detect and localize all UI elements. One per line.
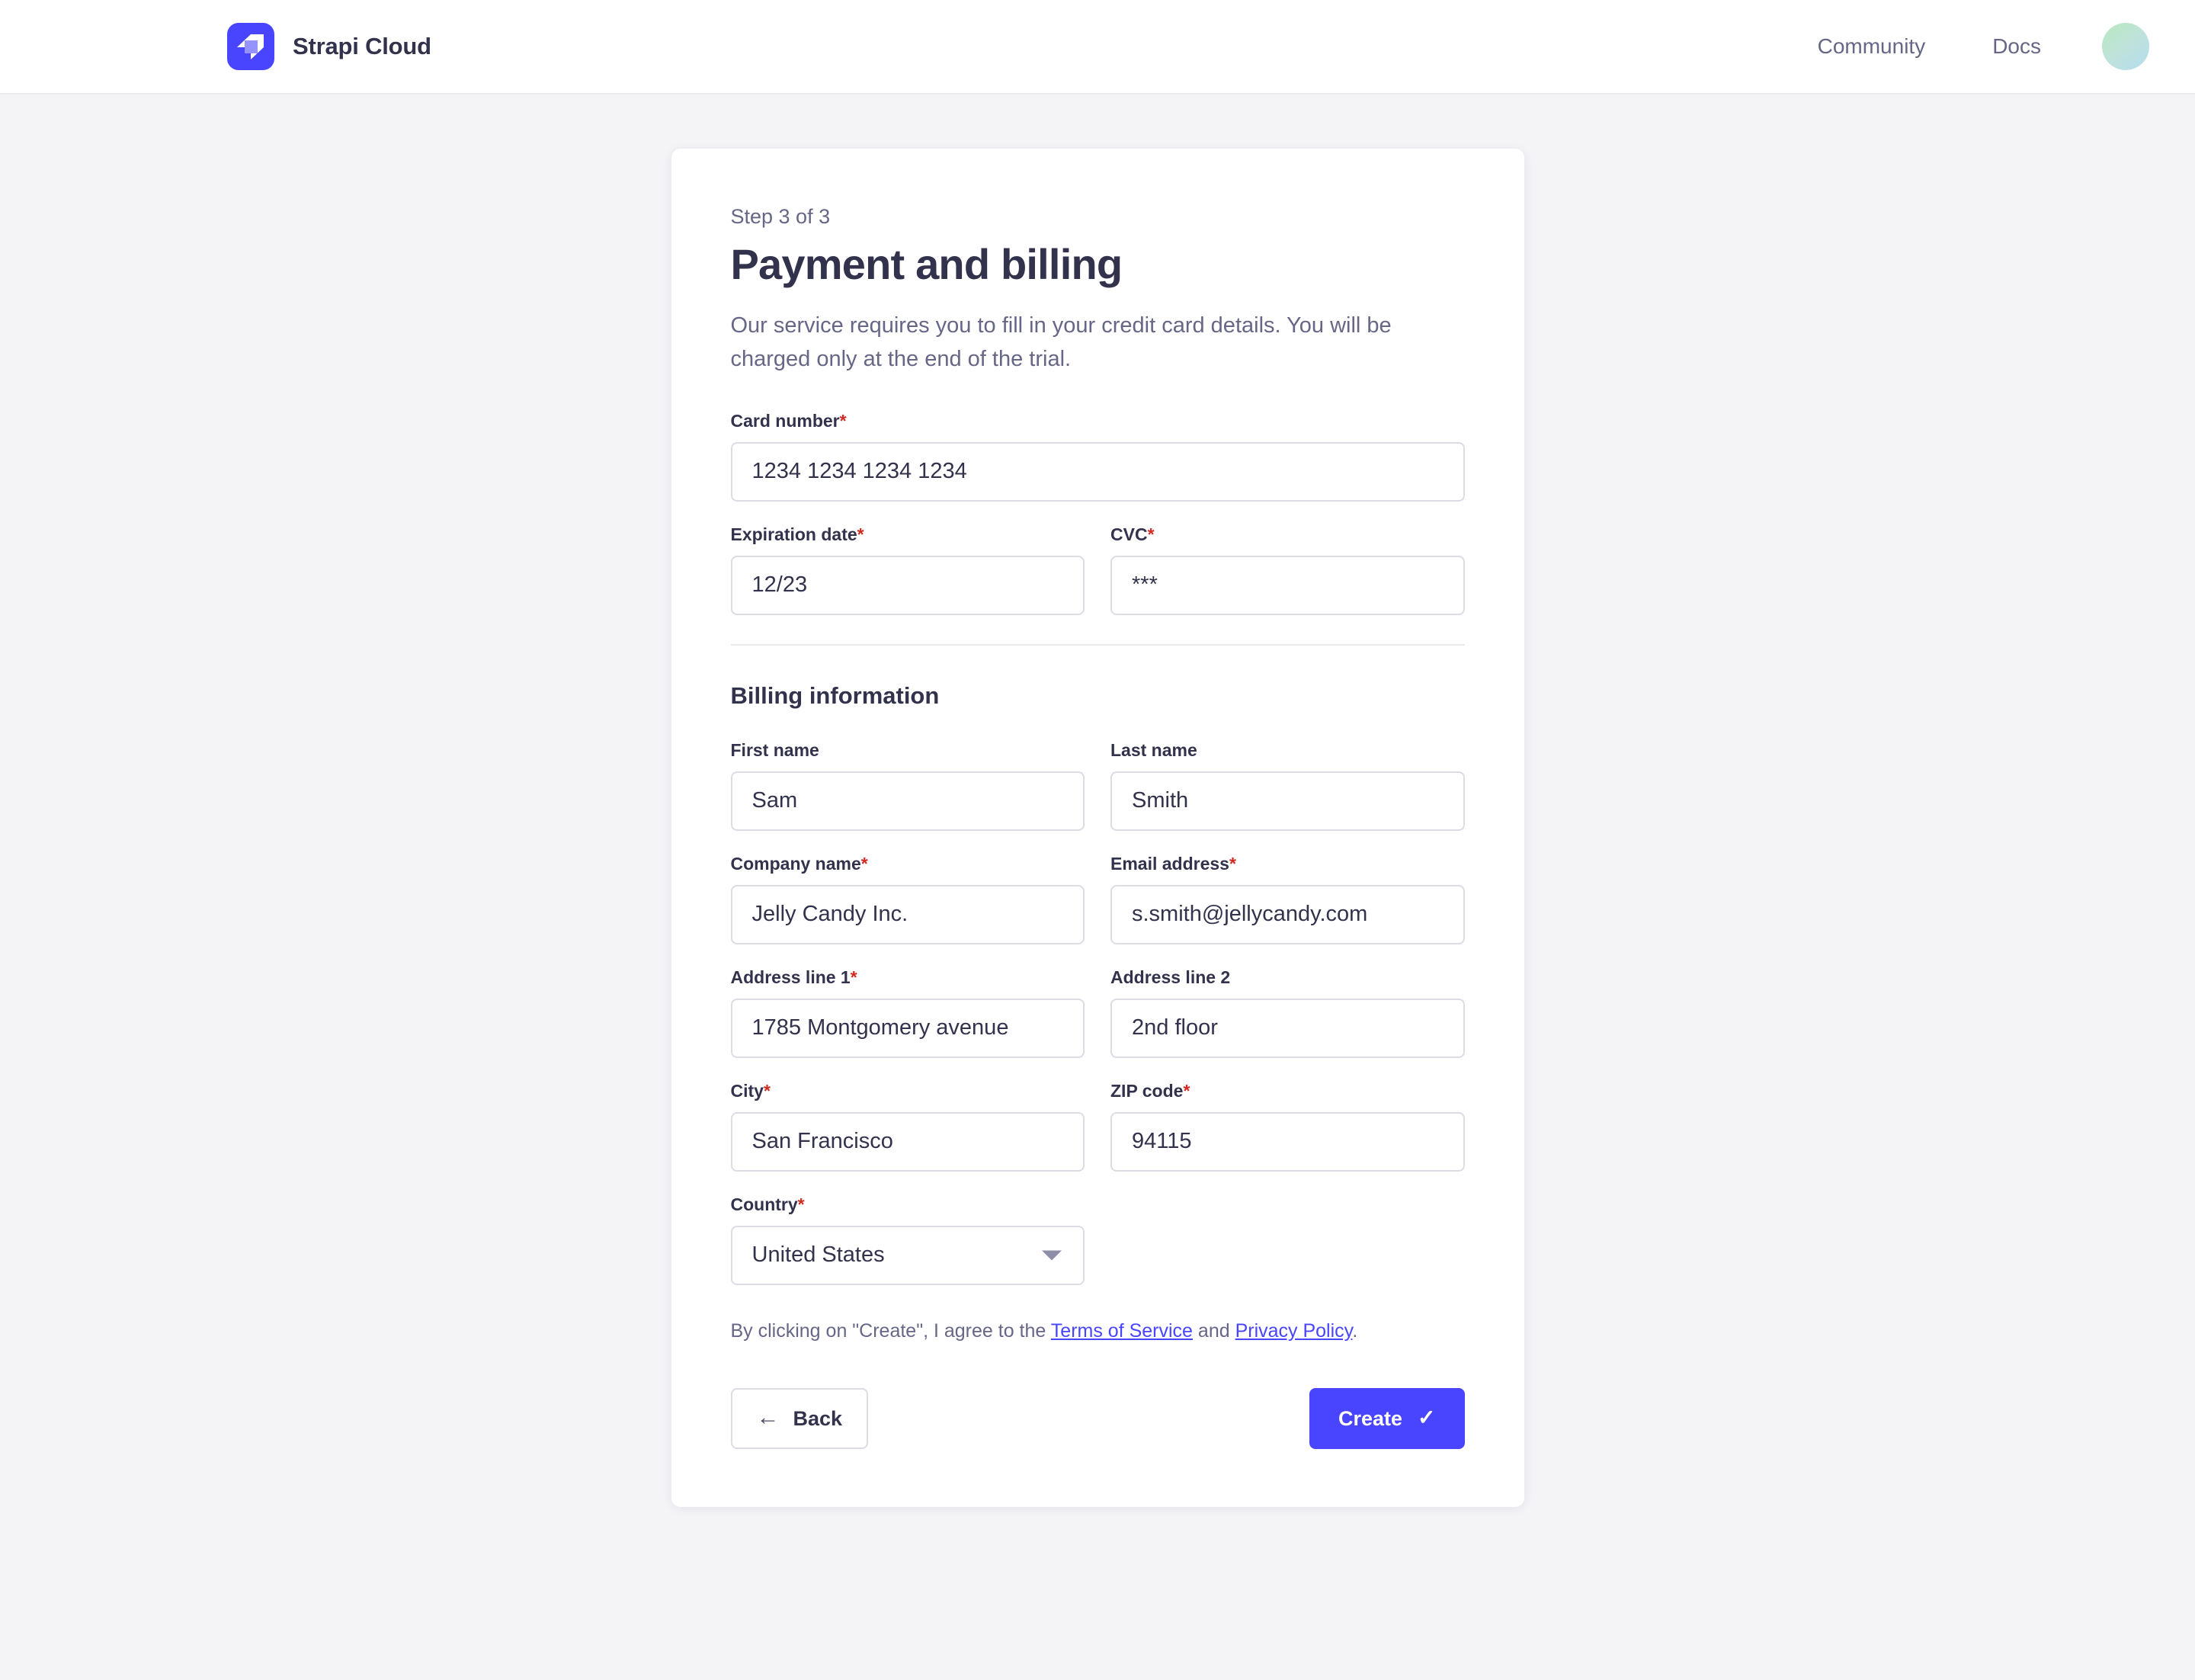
label-card-number-text: Card number [730,410,840,431]
label-last-name-text: Last name [1110,739,1197,760]
field-address-line-2: Address line 2 [1110,967,1465,1058]
country-row-spacer [1110,1194,1465,1285]
terms-agreement-text: By clicking on "Create", I agree to the … [731,1317,1465,1346]
zip-code-input[interactable] [1110,1111,1465,1172]
row-name: First name Last name [730,740,1465,831]
back-button-label: Back [793,1406,843,1430]
address-line-2-input[interactable] [1110,998,1465,1058]
label-expiration-date-text: Expiration date [730,524,857,544]
payment-billing-card: Step 3 of 3 Payment and billing Our serv… [671,149,1524,1508]
label-zip-code-text: ZIP code [1110,1080,1184,1101]
row-company-email: Company name* Email address* [730,854,1465,944]
expiration-date-input[interactable] [730,555,1085,615]
terms-suffix: . [1352,1319,1358,1342]
create-button-label: Create [1338,1406,1403,1430]
billing-section-title: Billing information [730,681,940,709]
required-asterisk: * [850,967,857,987]
page-content: Step 3 of 3 Payment and billing Our serv… [0,95,2195,1508]
label-company-name-text: Company name [730,853,861,874]
required-asterisk: * [1147,524,1155,544]
email-address-input[interactable] [1110,884,1465,944]
field-country: Country* [730,1194,1085,1285]
page-subtitle: Our service requires you to fill in your… [730,313,1392,371]
label-card-number: Card number* [731,411,1465,431]
terms-of-service-link[interactable]: Terms of Service [1051,1320,1193,1342]
required-asterisk: * [763,1080,771,1101]
terms-middle: and [1192,1319,1235,1342]
required-asterisk: * [857,524,864,544]
avatar[interactable] [2102,23,2149,70]
required-asterisk: * [860,853,868,874]
nav-link-docs[interactable]: Docs [1992,27,2041,66]
field-first-name: First name [730,740,1085,831]
first-name-input[interactable] [730,771,1085,831]
arrow-left-icon: ← [756,1405,780,1431]
required-asterisk: * [1229,853,1236,874]
form-actions: ← Back Create ✓ [730,1388,1465,1450]
country-select-input[interactable] [730,1225,1085,1285]
field-email-address: Email address* [1110,854,1465,944]
strapi-logo-icon [227,23,274,70]
label-first-name-text: First name [730,739,819,760]
label-address-line-1: Address line 1* [731,967,1085,988]
label-cvc-text: CVC [1110,524,1148,544]
field-card-number: Card number* [730,411,1465,502]
field-zip-code: ZIP code* [1110,1081,1465,1172]
brand-block[interactable]: Strapi Cloud [227,23,431,70]
label-cvc: CVC* [1110,524,1465,545]
create-button[interactable]: Create ✓ [1309,1388,1465,1450]
label-email-address-text: Email address [1110,853,1229,874]
row-country: Country* [730,1194,1465,1285]
address-line-1-input[interactable] [730,998,1085,1058]
brand-name: Strapi Cloud [293,33,431,59]
card-number-input[interactable] [730,441,1465,502]
nav-link-community[interactable]: Community [1818,27,1926,66]
label-email-address: Email address* [1110,854,1465,874]
label-company-name: Company name* [731,854,1085,874]
label-expiration-date: Expiration date* [731,524,1085,545]
field-company-name: Company name* [730,854,1085,944]
field-city: City* [730,1081,1085,1172]
section-divider [730,643,1465,646]
label-first-name: First name [731,740,1085,761]
label-last-name: Last name [1110,740,1465,761]
label-address-line-1-text: Address line 1 [730,967,851,987]
step-indicator: Step 3 of 3 [730,205,831,228]
label-country-text: Country [730,1194,798,1214]
field-last-name: Last name [1110,740,1465,831]
page-title: Payment and billing [730,240,1123,288]
terms-prefix: By clicking on "Create", I agree to the [730,1319,1051,1342]
last-name-input[interactable] [1110,771,1465,831]
field-expiration-date: Expiration date* [730,524,1085,615]
back-button[interactable]: ← Back [730,1388,869,1450]
check-icon: ✓ [1418,1406,1436,1430]
required-asterisk: * [839,410,847,431]
label-city-text: City [730,1080,764,1101]
field-cvc: CVC* [1110,524,1465,615]
label-country: Country* [731,1194,1085,1215]
top-navigation: Community Docs [1818,23,2149,70]
field-address-line-1: Address line 1* [730,967,1085,1058]
label-address-line-2-text: Address line 2 [1110,967,1231,987]
cvc-input[interactable] [1110,555,1465,615]
row-expiration-cvc: Expiration date* CVC* [730,524,1465,615]
row-city-zip: City* ZIP code* [730,1081,1465,1172]
label-zip-code: ZIP code* [1110,1081,1465,1101]
company-name-input[interactable] [730,884,1085,944]
label-address-line-2: Address line 2 [1110,967,1465,988]
country-select-wrapper[interactable] [730,1225,1085,1285]
required-asterisk: * [797,1194,805,1214]
top-header-bar: Strapi Cloud Community Docs [0,0,2195,95]
city-input[interactable] [730,1111,1085,1172]
row-address: Address line 1* Address line 2 [730,967,1465,1058]
required-asterisk: * [1183,1080,1190,1101]
label-city: City* [731,1081,1085,1101]
privacy-policy-link[interactable]: Privacy Policy [1235,1320,1353,1342]
